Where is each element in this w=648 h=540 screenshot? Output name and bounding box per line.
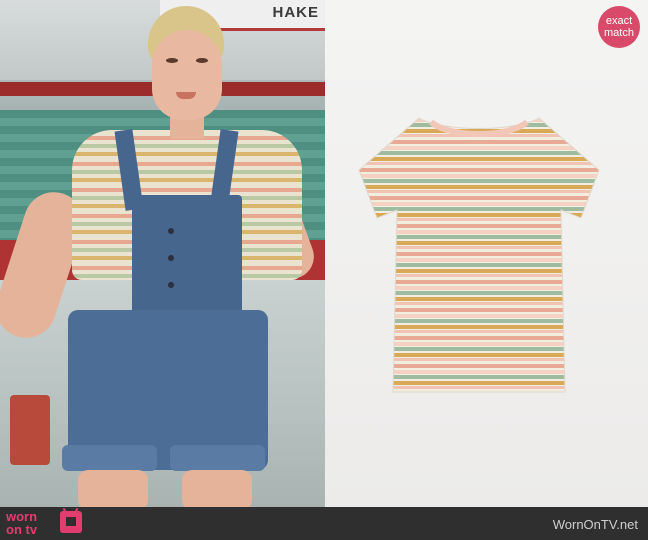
tv-icon — [60, 507, 82, 533]
wornontv-logo[interactable]: worn on tv — [6, 510, 37, 536]
left-leg — [78, 470, 148, 507]
right-eye — [196, 58, 208, 63]
right-leg — [182, 470, 252, 507]
overalls-button — [168, 228, 174, 234]
red-stool — [10, 395, 50, 465]
shorts-cuff-right — [170, 445, 265, 471]
product-panel — [325, 0, 648, 507]
overalls-bib — [132, 195, 242, 315]
left-photo: HAKE — [0, 0, 325, 507]
badge-line-1: exact — [605, 15, 633, 27]
badge-line-2: match — [604, 27, 634, 39]
left-eye — [166, 58, 178, 63]
overalls-button — [168, 255, 174, 261]
exact-match-badge: exact match — [598, 6, 640, 48]
site-url[interactable]: WornOnTV.net — [553, 517, 638, 532]
shorts-cuff-left — [62, 445, 157, 471]
overalls-button — [168, 282, 174, 288]
logo-line-2: on tv — [6, 522, 38, 537]
footer-bar: worn on tv WornOnTV.net — [0, 507, 648, 540]
striped-tshirt-product — [358, 117, 600, 393]
face — [152, 30, 222, 120]
diner-sign-text: HAKE — [272, 4, 319, 21]
